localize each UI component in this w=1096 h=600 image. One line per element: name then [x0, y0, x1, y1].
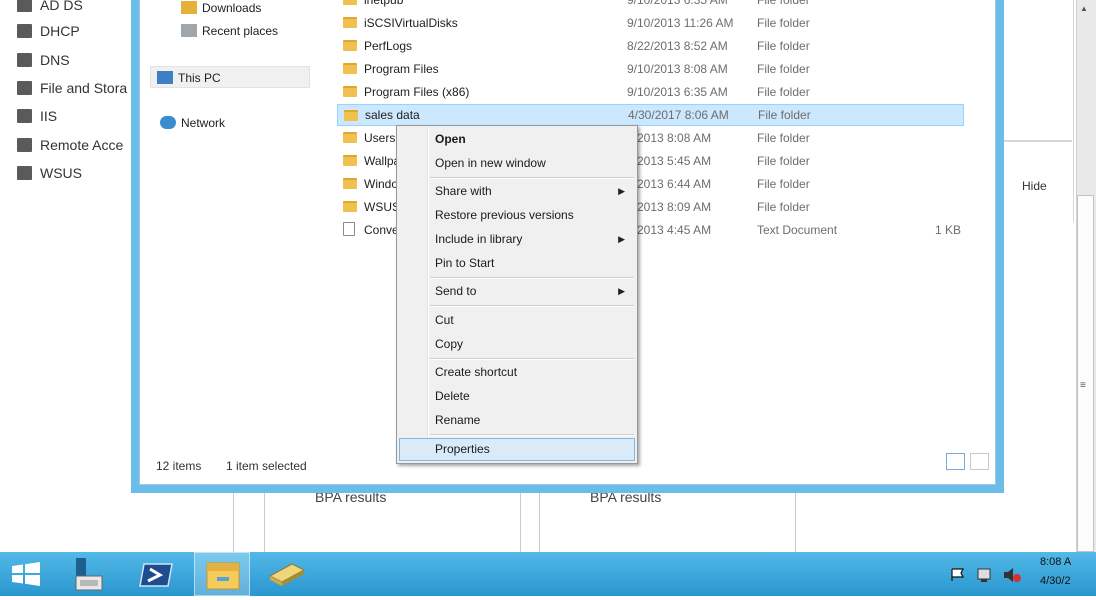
list-item[interactable]: PerfLogs 8/22/2013 8:52 AM File folder — [337, 35, 964, 57]
status-item-count: 12 items — [156, 459, 202, 473]
toolbox-button[interactable] — [258, 552, 314, 596]
file-explorer-icon — [206, 562, 240, 590]
folder-icon — [343, 201, 357, 212]
divider — [233, 493, 234, 552]
server-manager-nav: AD DS DHCP DNS File and Stora IIS Remote… — [0, 0, 131, 552]
iis-icon — [17, 109, 32, 123]
nav-item-dns[interactable]: DNS — [17, 49, 70, 71]
menu-item-properties[interactable]: Properties — [399, 438, 635, 461]
menu-item-include-in-library[interactable]: Include in library ▶ — [399, 228, 635, 251]
clock-date[interactable]: 4/30/2 — [1040, 575, 1071, 587]
start-button[interactable] — [0, 552, 56, 596]
flag-icon[interactable] — [951, 568, 964, 581]
clock-time[interactable]: 8:08 A — [1040, 556, 1071, 568]
divider — [539, 493, 540, 552]
folder-icon — [344, 110, 358, 121]
dns-icon — [17, 53, 32, 67]
file-explorer-button[interactable] — [194, 552, 250, 596]
tree-item-network[interactable]: Network — [160, 112, 225, 134]
folder-icon — [343, 0, 357, 5]
tree-item-this-pc[interactable]: This PC — [150, 66, 310, 88]
list-item-selected[interactable]: sales data 4/30/2017 8:06 AM File folder — [337, 104, 964, 126]
divider — [264, 493, 265, 552]
text-document-icon — [343, 222, 355, 236]
this-pc-icon — [157, 71, 173, 84]
context-menu: Open Open in new window Share with ▶ Res… — [396, 125, 638, 464]
divider — [795, 493, 796, 552]
menu-item-restore-previous-versions[interactable]: Restore previous versions — [399, 204, 635, 227]
server-manager-button[interactable] — [60, 552, 116, 596]
folder-icon — [343, 155, 357, 166]
hide-link[interactable]: Hide — [1022, 179, 1047, 193]
folder-icon — [343, 40, 357, 51]
remote-access-icon — [17, 138, 32, 152]
dhcp-icon — [17, 24, 32, 38]
downloads-icon — [181, 1, 197, 14]
menu-item-copy[interactable]: Copy — [399, 333, 635, 356]
menu-separator — [430, 277, 634, 279]
toolbox-icon — [268, 563, 306, 586]
submenu-arrow-icon: ▶ — [618, 234, 625, 244]
menu-item-rename[interactable]: Rename — [399, 409, 635, 432]
powershell-icon — [139, 563, 173, 587]
divider — [1004, 140, 1072, 142]
recent-places-icon — [181, 24, 197, 37]
nav-item-dhcp[interactable]: DHCP — [17, 20, 80, 42]
scrollbar-thumb[interactable] — [1077, 195, 1094, 552]
menu-item-pin-to-start[interactable]: Pin to Start — [399, 252, 635, 275]
wsus-icon — [17, 166, 32, 180]
folder-icon — [343, 86, 357, 97]
nav-item-ad-ds[interactable]: AD DS — [17, 0, 83, 16]
file-storage-icon — [17, 81, 32, 95]
network-tray-icon[interactable] — [977, 568, 991, 582]
volume-muted-icon[interactable] — [1004, 568, 1021, 582]
divider — [520, 493, 521, 552]
list-item[interactable]: Program Files 9/10/2013 8:08 AM File fol… — [337, 58, 964, 80]
ad-ds-icon — [17, 0, 32, 12]
details-view-icon[interactable] — [946, 453, 965, 470]
nav-item-remote-access[interactable]: Remote Acce — [17, 134, 123, 156]
menu-item-send-to[interactable]: Send to ▶ — [399, 280, 635, 303]
taskbar — [0, 552, 1096, 596]
folder-icon — [343, 17, 357, 28]
menu-item-open-new-window[interactable]: Open in new window — [399, 152, 635, 175]
network-icon — [160, 116, 176, 129]
scroll-grip-icon: ≡ — [1080, 380, 1086, 391]
list-item[interactable]: inetpub 9/10/2013 6:35 AM File folder — [337, 0, 964, 11]
scroll-up-arrow-icon[interactable]: ▲ — [1080, 4, 1088, 13]
menu-separator — [430, 358, 634, 360]
server-manager-icon — [75, 558, 103, 591]
menu-item-open[interactable]: Open — [399, 128, 635, 151]
start-icon — [12, 562, 40, 586]
folder-icon — [343, 63, 357, 74]
large-icons-view-icon[interactable] — [970, 453, 989, 470]
submenu-arrow-icon: ▶ — [618, 186, 625, 196]
menu-separator — [430, 177, 634, 179]
folder-icon — [343, 178, 357, 189]
powershell-button[interactable] — [130, 552, 186, 596]
list-item[interactable]: Program Files (x86) 9/10/2013 6:35 AM Fi… — [337, 81, 964, 103]
menu-item-create-shortcut[interactable]: Create shortcut — [399, 361, 635, 384]
nav-item-iis[interactable]: IIS — [17, 105, 57, 127]
submenu-arrow-icon: ▶ — [618, 286, 625, 296]
tree-item-downloads[interactable]: Downloads — [181, 0, 261, 19]
tree-item-recent-places[interactable]: Recent places — [181, 20, 278, 42]
divider — [1073, 0, 1074, 222]
list-item[interactable]: iSCSIVirtualDisks 9/10/2013 11:26 AM Fil… — [337, 12, 964, 34]
menu-item-cut[interactable]: Cut — [399, 309, 635, 332]
menu-item-delete[interactable]: Delete — [399, 385, 635, 408]
nav-item-wsus[interactable]: WSUS — [17, 162, 82, 184]
menu-item-share-with[interactable]: Share with ▶ — [399, 180, 635, 203]
navigation-pane: Downloads Recent places This PC Network — [140, 0, 330, 466]
tray-icons — [951, 568, 1021, 582]
folder-icon — [343, 132, 357, 143]
menu-separator — [430, 434, 634, 436]
nav-item-file-storage[interactable]: File and Stora — [17, 77, 127, 99]
status-selection: 1 item selected — [226, 459, 307, 473]
menu-separator — [430, 305, 634, 307]
